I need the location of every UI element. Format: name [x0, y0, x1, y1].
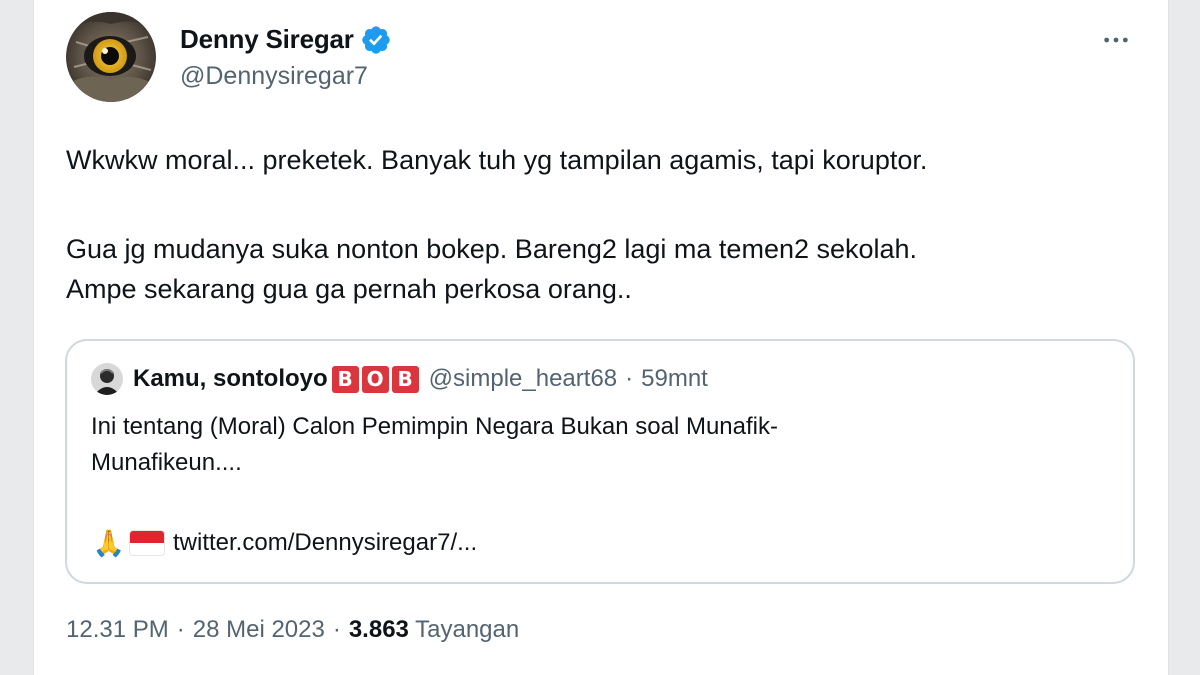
- folded-hands-icon: 🙏: [92, 527, 126, 558]
- quoted-text-line-1: Ini tentang (Moral) Calon Pemimpin Negar…: [91, 413, 778, 440]
- portrait-avatar-icon: [91, 363, 123, 395]
- bob-badge-o: O: [361, 365, 389, 393]
- verified-badge-icon: [360, 24, 392, 56]
- meta-separator-2: ·: [332, 616, 341, 643]
- quoted-author-avatar[interactable]: [91, 363, 123, 395]
- tweet-text-line-2: Gua jg mudanya suka nonton bokep. Bareng…: [66, 234, 918, 264]
- tweet-time[interactable]: 12.31 PM: [66, 616, 169, 643]
- indonesia-flag-icon: [129, 530, 165, 556]
- author-handle[interactable]: @Dennysiregar7: [180, 62, 368, 91]
- quoted-separator: ·: [625, 365, 634, 392]
- author-avatar[interactable]: [66, 12, 156, 102]
- author-name[interactable]: Denny Siregar: [180, 24, 354, 55]
- author-name-row: Denny Siregar: [180, 22, 392, 56]
- tweet-text-line-1: Wkwkw moral... preketek. Banyak tuh yg t…: [66, 145, 928, 175]
- tweet-card: Denny Siregar @Dennysiregar7 Wkwkw moral…: [33, 0, 1169, 675]
- quoted-link[interactable]: twitter.com/Dennysiregar7/...: [173, 529, 477, 557]
- views-label: Tayangan: [415, 616, 520, 643]
- quoted-author-name[interactable]: Kamu, sontoloyo: [133, 365, 328, 393]
- more-options-button[interactable]: [1096, 20, 1136, 60]
- quoted-text-line-2: Munafikeun....: [91, 449, 242, 476]
- bob-badge-b2: B: [391, 365, 419, 393]
- views-count[interactable]: 3.863: [349, 616, 409, 643]
- tweet-text-line-3: Ampe sekarang gua ga pernah perkosa oran…: [66, 274, 632, 304]
- tweet-date[interactable]: 28 Mei 2023: [193, 616, 325, 643]
- owl-eye-avatar-icon: [66, 12, 156, 102]
- quoted-author-handle[interactable]: @simple_heart68: [429, 365, 617, 393]
- more-horizontal-icon: [1104, 37, 1128, 43]
- bob-emoji-badges: B O B: [331, 365, 419, 393]
- quoted-tweet-header: Kamu, sontoloyo B O B @simple_heart68 · …: [91, 363, 708, 395]
- quoted-tweet[interactable]: Kamu, sontoloyo B O B @simple_heart68 · …: [65, 339, 1135, 584]
- meta-separator-1: ·: [176, 616, 185, 643]
- tweet-meta: 12.31 PM · 28 Mei 2023 · 3.863 Tayangan: [66, 616, 519, 644]
- bob-badge-b1: B: [331, 365, 359, 393]
- quoted-timestamp[interactable]: 59mnt: [641, 365, 708, 393]
- quoted-link-row: 🙏 twitter.com/Dennysiregar7/...: [91, 525, 477, 561]
